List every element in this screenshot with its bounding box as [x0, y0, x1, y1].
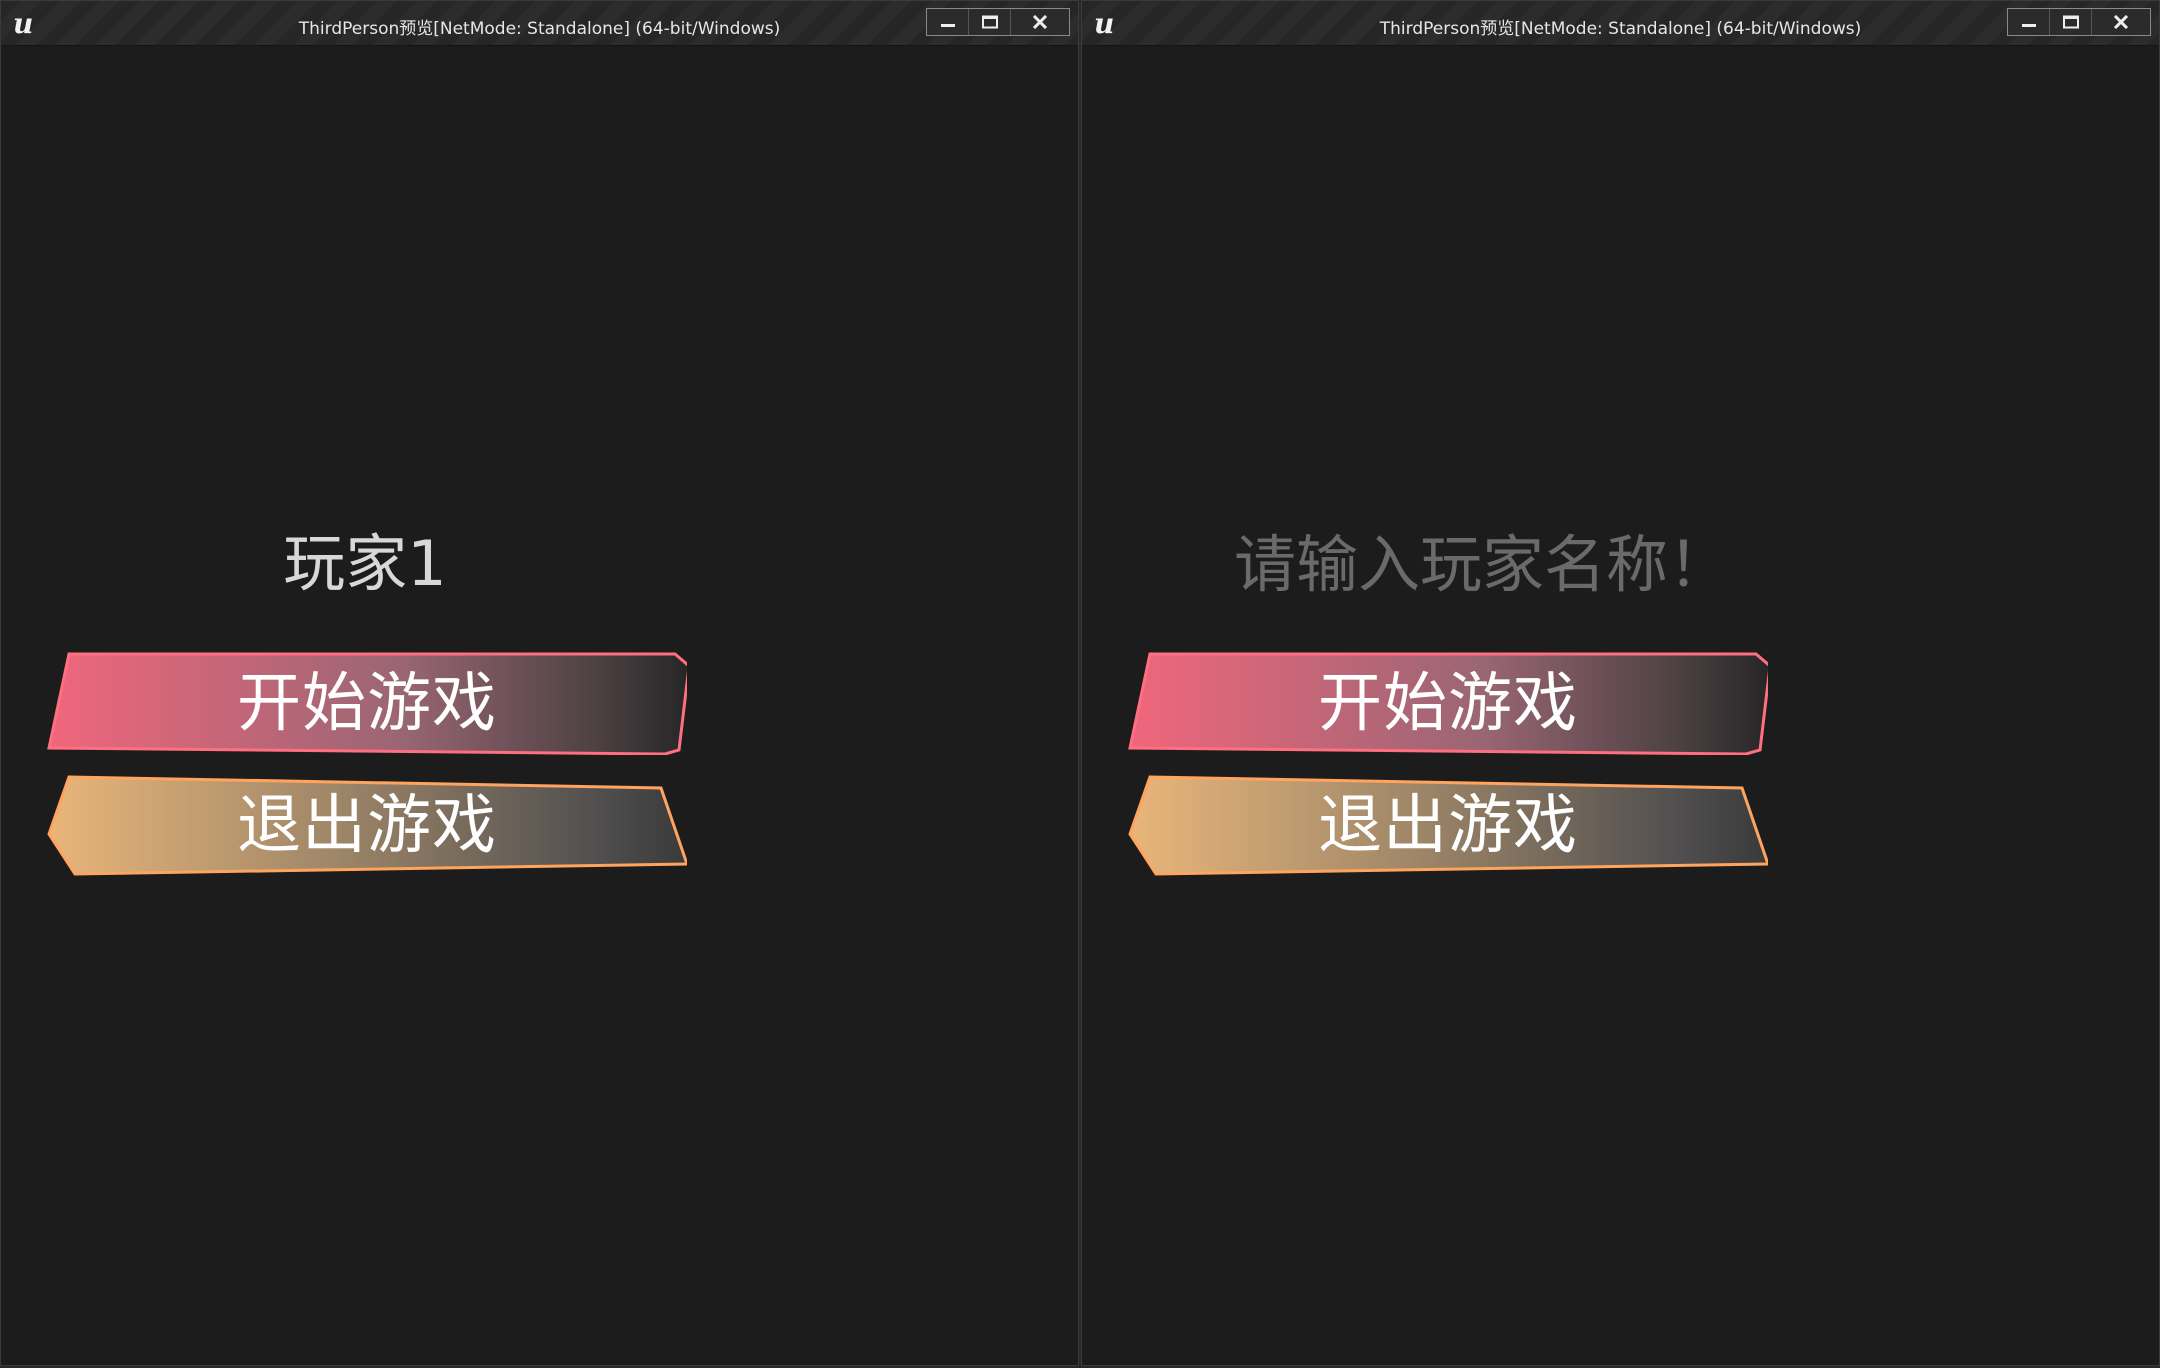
- title-bar[interactable]: u ThirdPerson预览[NetMode: Standalone] (64…: [1082, 1, 2159, 46]
- maximize-icon: [981, 15, 998, 29]
- game-window-right: u ThirdPerson预览[NetMode: Standalone] (64…: [1081, 0, 2160, 1366]
- minimize-button[interactable]: [927, 9, 969, 35]
- start-game-button[interactable]: 开始游戏: [1128, 652, 1768, 755]
- player-name-label[interactable]: 玩家1: [45, 524, 685, 604]
- close-button[interactable]: [1011, 9, 1069, 35]
- window-title: ThirdPerson预览[NetMode: Standalone] (64-b…: [1379, 19, 1862, 39]
- player-name-input[interactable]: [1162, 524, 1802, 604]
- maximize-icon: [2062, 15, 2079, 29]
- start-game-button[interactable]: 开始游戏: [47, 652, 687, 755]
- title-bar[interactable]: u ThirdPerson预览[NetMode: Standalone] (64…: [1, 1, 1078, 46]
- maximize-button[interactable]: [2050, 9, 2092, 35]
- quit-button-label: 退出游戏: [237, 789, 497, 863]
- game-viewport: 玩家1 开始游戏 退出游戏: [1, 46, 1078, 1365]
- maximize-button[interactable]: [969, 9, 1011, 35]
- close-icon: [2113, 15, 2129, 29]
- quit-button-label: 退出游戏: [1318, 789, 1578, 863]
- quit-game-button[interactable]: 退出游戏: [1128, 774, 1768, 877]
- close-button[interactable]: [2092, 9, 2150, 35]
- game-viewport: 开始游戏 退出游戏: [1082, 46, 2159, 1365]
- minimize-button[interactable]: [2008, 9, 2050, 35]
- window-title: ThirdPerson预览[NetMode: Standalone] (64-b…: [298, 19, 781, 39]
- minimize-icon: [2021, 24, 2036, 27]
- start-button-label: 开始游戏: [237, 667, 497, 741]
- start-button-label: 开始游戏: [1318, 667, 1578, 741]
- minimize-icon: [940, 24, 955, 27]
- desktop: u ThirdPerson预览[NetMode: Standalone] (64…: [0, 0, 2160, 1368]
- game-window-left: u ThirdPerson预览[NetMode: Standalone] (64…: [0, 0, 1079, 1366]
- close-icon: [1032, 15, 1048, 29]
- window-controls: [2007, 8, 2151, 36]
- quit-game-button[interactable]: 退出游戏: [47, 774, 687, 877]
- window-controls: [926, 8, 1070, 36]
